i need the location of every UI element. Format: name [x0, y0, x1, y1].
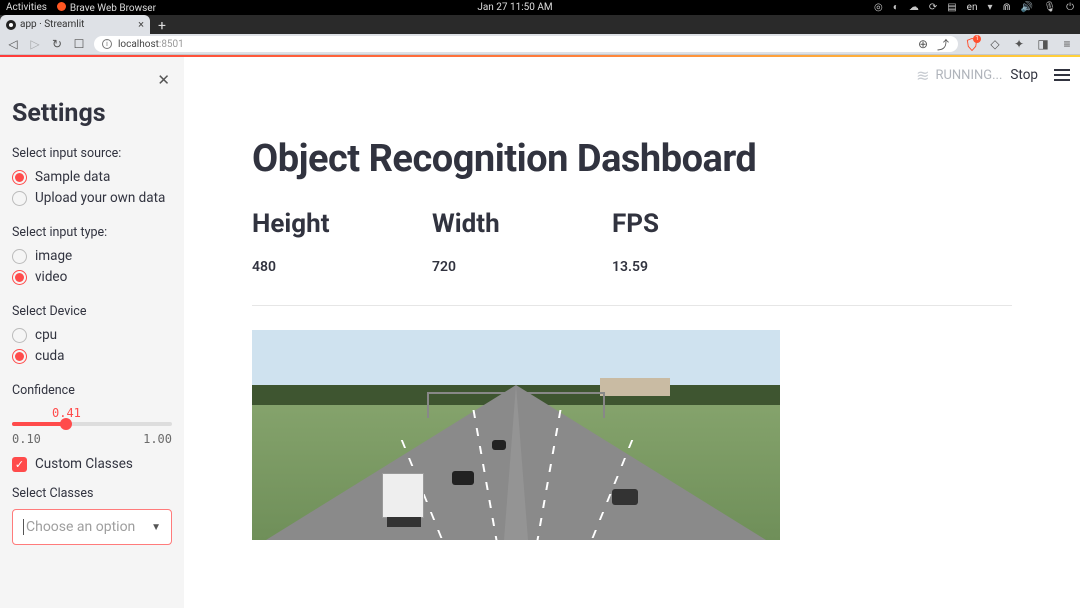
active-app[interactable]: Brave Web Browser: [57, 2, 156, 14]
tab-title: app · Streamlit: [20, 19, 84, 30]
classes-select[interactable]: Choose an option ▼: [12, 509, 172, 545]
app-menu-icon[interactable]: [1054, 69, 1070, 81]
slider-value: 0.41: [52, 406, 172, 420]
close-tab-icon[interactable]: ×: [138, 18, 144, 31]
metric-width: Width 720: [432, 209, 612, 275]
radio-cpu[interactable]: cpu: [12, 327, 172, 343]
power-icon[interactable]: ⏻: [1066, 2, 1074, 13]
metric-height: Height 480: [252, 209, 432, 275]
detected-car: [612, 489, 638, 505]
radio-icon: [12, 191, 27, 206]
classes-label: Select Classes: [12, 486, 172, 501]
radio-image[interactable]: image: [12, 248, 172, 264]
tray-icon[interactable]: ◐: [893, 2, 899, 13]
checkbox-icon: ✓: [12, 457, 27, 472]
zoom-icon[interactable]: ⊕: [916, 37, 930, 51]
radio-cuda[interactable]: cuda: [12, 348, 172, 364]
system-top-bar: Activities Brave Web Browser Jan 27 11:5…: [0, 0, 1080, 15]
brave-shields-icon[interactable]: 1: [966, 38, 978, 51]
sidebar-title: Settings: [12, 99, 172, 128]
keyboard-lang[interactable]: en: [967, 2, 978, 13]
detected-car: [452, 471, 474, 485]
browser-toolbar: ◁ ▷ ↻ ☐ i localhost:8501 ⊕ ⤴ 1 ◇ ✦ ◨ ≡: [0, 34, 1080, 55]
radio-icon: [12, 349, 27, 364]
streamlit-favicon: [6, 20, 16, 30]
running-status: ≋ RUNNING...: [916, 66, 1002, 85]
app-header: ≋ RUNNING... Stop: [906, 57, 1080, 93]
radio-icon: [12, 170, 27, 185]
app-body: ✕ Settings Select input source: Sample d…: [0, 57, 1080, 608]
main-content: ≋ RUNNING... Stop Object Recognition Das…: [184, 57, 1080, 608]
confidence-label: Confidence: [12, 383, 172, 398]
record-indicator-icon: ◎: [874, 2, 883, 13]
reload-button[interactable]: ↻: [50, 37, 64, 51]
page-title: Object Recognition Dashboard: [252, 137, 1012, 181]
forward-button[interactable]: ▷: [28, 37, 42, 51]
mic-icon[interactable]: 🎙: [1043, 2, 1056, 13]
rewards-icon[interactable]: ◇: [988, 37, 1002, 51]
device-label: Select Device: [12, 304, 172, 319]
video-frame: [252, 330, 780, 540]
tray-icon[interactable]: ☁: [909, 2, 919, 13]
radio-icon: [12, 249, 27, 264]
metrics-row: Height 480 Width 720 FPS 13.59: [252, 209, 1012, 306]
extensions-icon[interactable]: ✦: [1012, 37, 1026, 51]
confidence-slider[interactable]: 0.41 0.10 1.00: [12, 406, 172, 446]
stop-button[interactable]: Stop: [1010, 67, 1038, 83]
slider-min: 0.10: [12, 432, 41, 446]
slider-track[interactable]: [12, 422, 172, 426]
select-placeholder: Choose an option: [26, 519, 135, 535]
slider-max: 1.00: [143, 432, 172, 446]
tray-icon[interactable]: ⟳: [929, 2, 937, 13]
wifi-icon[interactable]: ⋒: [1003, 2, 1011, 13]
radio-icon: [12, 328, 27, 343]
site-info-icon[interactable]: i: [102, 39, 112, 49]
back-button[interactable]: ◁: [6, 37, 20, 51]
address-bar[interactable]: i localhost:8501 ⊕ ⤴: [94, 36, 958, 52]
share-icon[interactable]: ⤴: [936, 36, 950, 53]
source-label: Select input source:: [12, 146, 172, 161]
custom-classes-checkbox[interactable]: ✓ Custom Classes: [12, 456, 172, 472]
radio-upload-data[interactable]: Upload your own data: [12, 190, 172, 206]
slider-thumb[interactable]: [60, 418, 72, 430]
sidebar-icon[interactable]: ◨: [1036, 37, 1050, 51]
sidebar: ✕ Settings Select input source: Sample d…: [0, 57, 184, 608]
bookmark-button[interactable]: ☐: [72, 37, 86, 51]
browser-tab[interactable]: app · Streamlit ×: [0, 15, 150, 34]
tray-icon[interactable]: ▤: [947, 2, 956, 13]
metric-fps: FPS 13.59: [612, 209, 792, 275]
url-host: localhost:8501: [118, 39, 184, 50]
network-icon[interactable]: ▾: [988, 2, 993, 13]
detected-truck: [382, 473, 424, 518]
browser-menu-icon[interactable]: ≡: [1060, 37, 1074, 51]
new-tab-button[interactable]: +: [150, 18, 174, 34]
radio-video[interactable]: video: [12, 269, 172, 285]
activities-button[interactable]: Activities: [6, 2, 47, 14]
sidebar-close-button[interactable]: ✕: [12, 71, 170, 89]
system-clock[interactable]: Jan 27 11:50 AM: [156, 2, 874, 13]
volume-icon[interactable]: 🔊: [1021, 2, 1033, 13]
radio-sample-data[interactable]: Sample data: [12, 169, 172, 185]
chevron-down-icon: ▼: [151, 522, 161, 533]
type-label: Select input type:: [12, 225, 172, 240]
radio-icon: [12, 270, 27, 285]
detected-car: [492, 440, 506, 450]
browser-tab-strip: app · Streamlit × +: [0, 15, 1080, 34]
running-icon: ≋: [916, 66, 929, 85]
